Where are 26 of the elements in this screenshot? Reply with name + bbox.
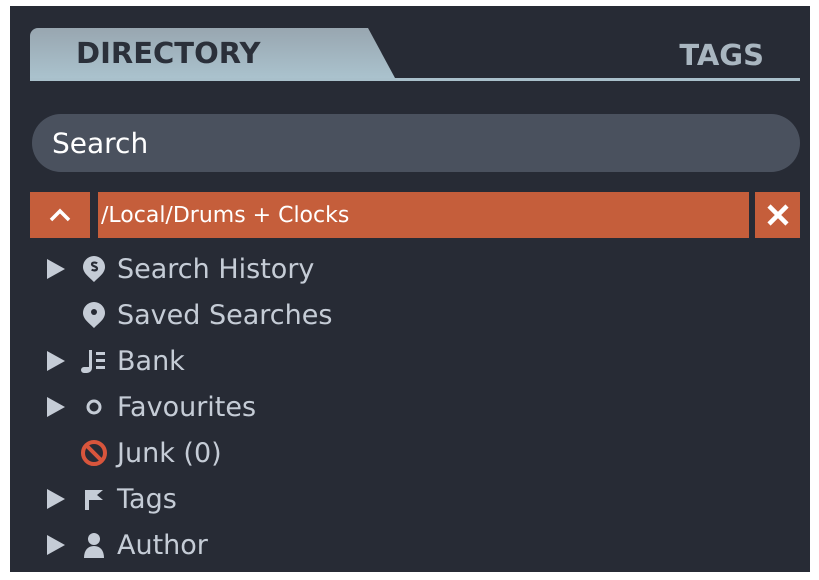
chevron-up-icon: [49, 208, 71, 222]
tab[interactable]: DIRECTORY: [30, 28, 395, 78]
tree-item[interactable]: Favourites: [117, 392, 256, 422]
location-pin-icon: [81, 301, 107, 329]
path-label: /Local/Drums + Clocks: [98, 192, 749, 238]
tree-item[interactable]: Author: [117, 530, 208, 560]
expand-arrow-icon[interactable]: [47, 397, 65, 417]
prohibited-icon: [80, 439, 108, 467]
expand-arrow-icon[interactable]: [47, 351, 65, 371]
tree-item[interactable]: Search History: [117, 254, 314, 284]
circle-icon: [85, 398, 103, 416]
expand-arrow-icon[interactable]: [47, 535, 65, 555]
person-icon: [83, 531, 105, 559]
tree-item[interactable]: Junk (0): [117, 438, 222, 468]
tree-item[interactable]: Tags: [117, 484, 177, 514]
up-button[interactable]: [30, 192, 90, 238]
music-list-icon: [80, 348, 108, 374]
tree-item[interactable]: Saved Searches: [117, 300, 332, 330]
close-icon: [766, 203, 790, 227]
search-field[interactable]: Search: [32, 114, 800, 172]
expand-arrow-icon[interactable]: [47, 489, 65, 509]
tab[interactable]: TAGS: [679, 28, 800, 78]
close-button[interactable]: [755, 192, 800, 238]
expand-arrow-icon[interactable]: [47, 259, 65, 279]
tree-item[interactable]: Bank: [117, 346, 185, 376]
search-history-icon: [81, 255, 107, 283]
